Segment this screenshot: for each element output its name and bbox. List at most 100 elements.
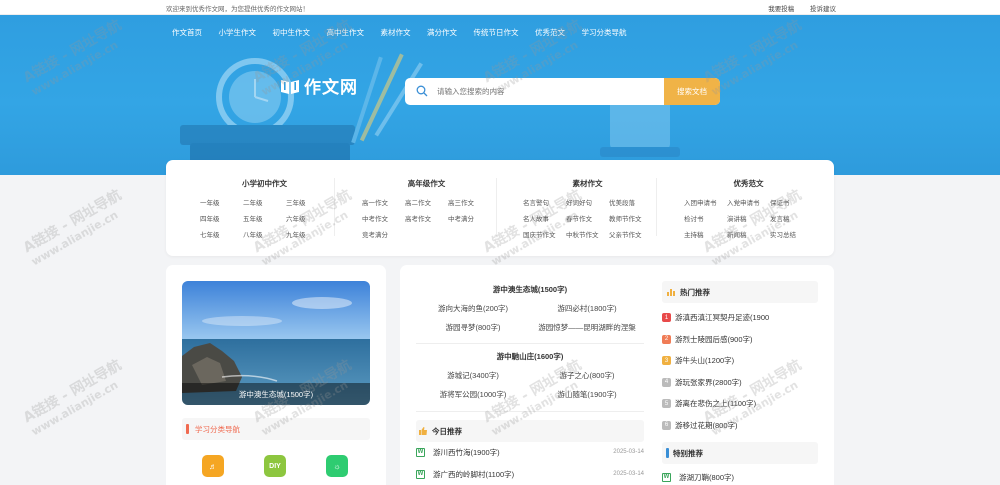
nav-samples[interactable]: 优秀范文 — [535, 27, 565, 38]
category-link[interactable]: 保证书 — [770, 197, 813, 207]
search-button[interactable]: 搜索文档 — [664, 78, 720, 105]
rank-title[interactable]: 游离在悲伤之上(1100字) — [675, 398, 756, 409]
nav-festival[interactable]: 传统节日作文 — [474, 27, 519, 38]
nav-senior[interactable]: 高中生作文 — [327, 27, 365, 38]
category-link[interactable]: 主持稿 — [684, 229, 727, 239]
category-link[interactable]: 父亲节作文 — [609, 229, 652, 239]
category-link[interactable]: 高考作文 — [405, 213, 448, 223]
right-column: 热门推荐 1 游滇西滇江冥契丹足迹(1900 2 游烈士陵园后感(900字) 3 游牛… — [662, 281, 818, 485]
group-title[interactable]: 游中澳生态城(1500字) — [416, 284, 644, 295]
category-link[interactable]: 好词好句 — [566, 197, 609, 207]
category-link[interactable]: 名人故事 — [523, 213, 566, 223]
rank-item[interactable]: 4 游玩张家界(2800字) — [662, 372, 818, 394]
study-guide-title: 学习分类导航 — [195, 424, 240, 434]
search-icon — [416, 85, 428, 97]
list-item-title[interactable]: 游川西竹海(1900字) — [433, 447, 613, 458]
article-link[interactable]: 游城记(3400字) — [416, 370, 530, 381]
nav-primary[interactable]: 小学生作文 — [219, 27, 257, 38]
article-link[interactable]: 游园寻梦(800字) — [416, 322, 530, 333]
category-link[interactable]: 六年级 — [286, 213, 329, 223]
rank-title[interactable]: 游移过花期(800字) — [675, 420, 738, 431]
article-link[interactable]: 游将军公园(1000字) — [416, 389, 530, 400]
article-link[interactable]: 游山随笔(1900字) — [530, 389, 644, 400]
category-link[interactable]: 发言稿 — [770, 213, 813, 223]
category-link[interactable]: 五年级 — [243, 213, 286, 223]
list-item-title[interactable]: 游广西的岭脚村(1100字) — [433, 469, 613, 480]
category-link[interactable]: 八年级 — [243, 229, 286, 239]
special-header: 特别推荐 — [662, 442, 818, 464]
category-link[interactable]: 春节作文 — [566, 213, 609, 223]
featured-photo[interactable]: 游中澳生态城(1500字) — [182, 281, 370, 405]
rank-title[interactable]: 游牛头山(1200字) — [675, 355, 734, 366]
welcome-text: 欢迎来到优秀作文网，为您提供优秀的作文网站！ — [166, 6, 309, 13]
category-link[interactable]: 入党申请书 — [727, 197, 770, 207]
nav-fullmark[interactable]: 满分作文 — [427, 27, 457, 38]
sun-icon[interactable]: ☼ — [326, 455, 348, 477]
search-input[interactable] — [437, 78, 662, 105]
category-link[interactable]: 三年级 — [286, 197, 329, 207]
category-link[interactable]: 名言警句 — [523, 197, 566, 207]
category-link[interactable]: 中考满分 — [448, 213, 491, 223]
article-link[interactable]: 游子之心(800字) — [530, 370, 644, 381]
category-material: 素材作文 名言警句 好词好句 优美段落 名人故事 春节作文 教师节作文 国庆节作… — [523, 178, 652, 239]
group-title[interactable]: 游中馳山庄(1600字) — [416, 351, 644, 362]
category-link[interactable]: 高一作文 — [362, 197, 405, 207]
category-link[interactable]: 国庆节作文 — [523, 229, 566, 239]
category-link[interactable]: 竞考满分 — [362, 229, 405, 239]
article-group: 游中馳山庄(1600字) 游城记(3400字) 游子之心(800字) 游将军公园… — [416, 351, 644, 400]
divider — [334, 178, 335, 236]
category-link[interactable]: 演讲稿 — [727, 213, 770, 223]
nav-study-guide[interactable]: 学习分类导航 — [582, 27, 627, 38]
category-link[interactable]: 中秋节作文 — [566, 229, 609, 239]
category-link[interactable]: 中考作文 — [362, 213, 405, 223]
hot-header: 热门推荐 — [662, 281, 818, 303]
category-link[interactable]: 七年级 — [200, 229, 243, 239]
hot-list: 1 游滇西滇江冥契丹足迹(1900 2 游烈士陵园后感(900字) 3 游牛头山(12… — [662, 307, 818, 436]
nav-material[interactable]: 素材作文 — [381, 27, 411, 38]
category-link[interactable]: 实习总结 — [770, 229, 813, 239]
music-icon[interactable]: ♬ — [202, 455, 224, 477]
list-item-title[interactable]: 游湖刀鞘(800字) — [679, 472, 818, 483]
category-link[interactable]: 新闻稿 — [727, 229, 770, 239]
site-logo[interactable]: 作文网 — [280, 73, 358, 98]
rank-number: 6 — [662, 420, 671, 430]
rank-item[interactable]: 1 游滇西滇江冥契丹足迹(1900 — [662, 307, 818, 329]
feedback-link[interactable]: 投诉建议 — [810, 6, 836, 13]
diy-icon[interactable]: DIY — [264, 455, 286, 477]
category-samples: 优秀范文 入团申请书 入党申请书 保证书 检讨书 演讲稿 发言稿 主持稿 新闻稿… — [684, 178, 813, 239]
rank-title[interactable]: 游烈士陵园后感(900字) — [675, 334, 753, 345]
accent-bar — [666, 448, 669, 458]
rank-item[interactable]: 5 游离在悲伤之上(1100字) — [662, 393, 818, 415]
submit-link[interactable]: 我要投稿 — [768, 6, 794, 13]
list-item[interactable]: W 游川西竹海(1900字) 2025-03-14 — [416, 443, 644, 461]
article-link[interactable]: 游向大海的鱼(200字) — [416, 303, 530, 314]
category-link[interactable]: 四年级 — [200, 213, 243, 223]
category-link[interactable]: 九年级 — [286, 229, 329, 239]
divider — [496, 178, 497, 236]
nav-junior[interactable]: 初中生作文 — [273, 27, 311, 38]
nav-home[interactable]: 作文首页 — [172, 27, 202, 38]
rank-title[interactable]: 游滇西滇江冥契丹足迹(1900 — [675, 312, 769, 323]
article-link[interactable]: 游四必村(1800字) — [530, 303, 644, 314]
category-link[interactable]: 二年级 — [243, 197, 286, 207]
rank-title[interactable]: 游玩张家界(2800字) — [675, 377, 742, 388]
hot-title: 热门推荐 — [680, 287, 710, 297]
article-link[interactable]: 游园惊梦——昆明湖畔的涅槃 — [530, 322, 644, 333]
category-link[interactable]: 一年级 — [200, 197, 243, 207]
category-senior: 高年级作文 高一作文 高二作文 高三作文 中考作文 高考作文 中考满分 竞考满分 — [362, 178, 491, 239]
category-link[interactable]: 教师节作文 — [609, 213, 652, 223]
category-link[interactable]: 高二作文 — [405, 197, 448, 207]
search-bar: 搜索文档 — [405, 78, 720, 105]
category-link[interactable]: 优美段落 — [609, 197, 652, 207]
rank-item[interactable]: 3 游牛头山(1200字) — [662, 350, 818, 372]
category-link[interactable]: 检讨书 — [684, 213, 727, 223]
list-item[interactable]: W 游湖刀鞘(800字) — [662, 468, 818, 485]
category-panel: 小学初中作文 一年级 二年级 三年级 四年级 五年级 六年级 七年级 八年级 九… — [166, 160, 834, 256]
rank-number: 1 — [662, 313, 671, 323]
rank-item[interactable]: 6 游移过花期(800字) — [662, 415, 818, 437]
category-link[interactable]: 高三作文 — [448, 197, 491, 207]
rank-item[interactable]: 2 游烈士陵园后感(900字) — [662, 329, 818, 351]
bar-chart-icon — [667, 289, 675, 296]
category-link[interactable]: 入团申请书 — [684, 197, 727, 207]
list-item[interactable]: W 游广西的岭脚村(1100字) 2025-03-14 — [416, 465, 644, 483]
